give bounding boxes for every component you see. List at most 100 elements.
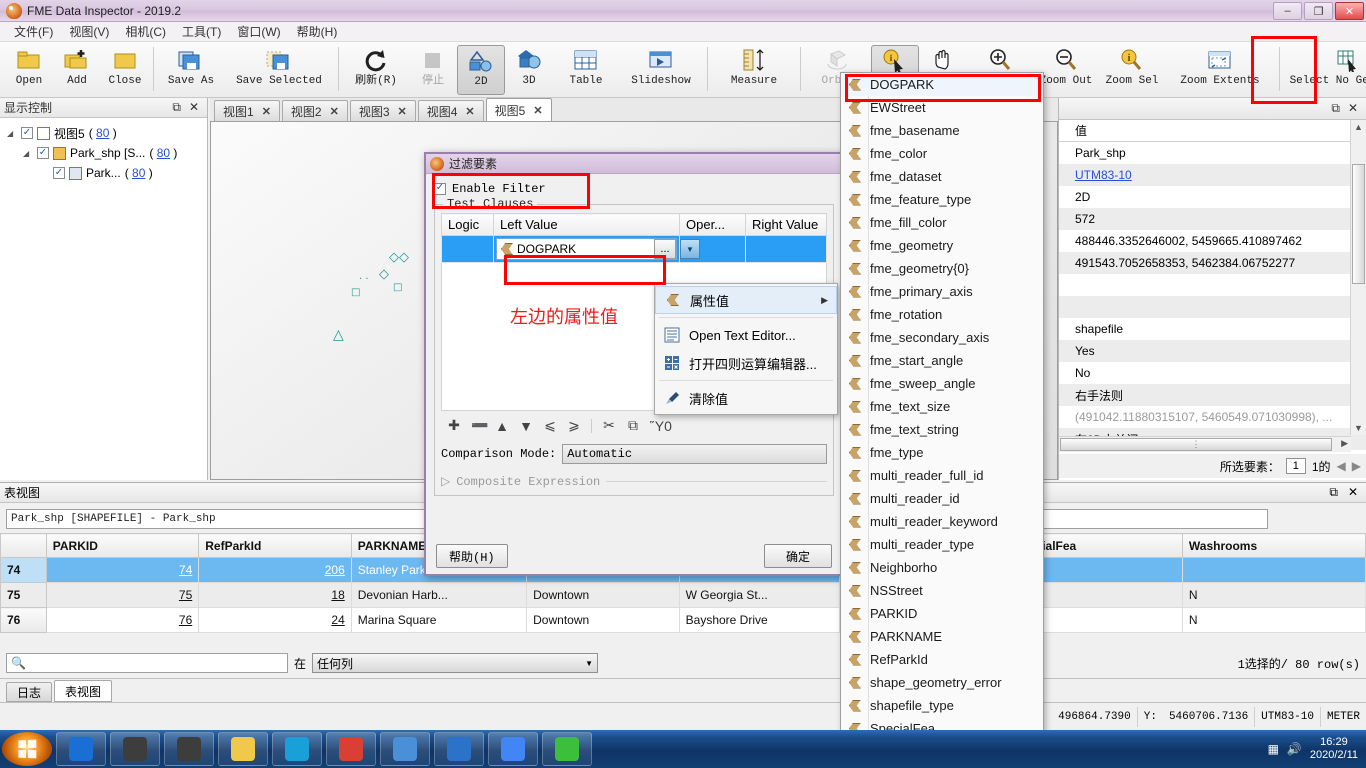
- attribute-item[interactable]: PARKID: [841, 602, 1043, 625]
- help-button[interactable]: 帮助(H): [436, 544, 508, 568]
- table-cell[interactable]: W Georgia St...: [679, 583, 839, 608]
- value-row[interactable]: shapefile: [1059, 318, 1366, 340]
- menu-help[interactable]: 帮助(H): [289, 21, 346, 42]
- taskbar-chrome[interactable]: [488, 732, 538, 766]
- toolbar-add[interactable]: Add: [53, 45, 101, 95]
- value-row[interactable]: Yes: [1059, 340, 1366, 362]
- value-row[interactable]: 572: [1059, 208, 1366, 230]
- taskbar-media-player[interactable]: [56, 732, 106, 766]
- attribute-item[interactable]: fme_feature_type: [841, 188, 1043, 211]
- attribute-item[interactable]: fme_secondary_axis: [841, 326, 1043, 349]
- toolbar-save-as[interactable]: Save As: [158, 45, 224, 95]
- attribute-item[interactable]: PARKNAME: [841, 625, 1043, 648]
- close-button[interactable]: ✕: [1335, 2, 1364, 20]
- scroll-up-arrow-icon[interactable]: ▲: [1354, 122, 1363, 132]
- enable-filter-checkbox[interactable]: ✓: [434, 183, 446, 195]
- comparison-mode-select[interactable]: Automatic: [562, 444, 827, 464]
- close-icon[interactable]: ✕: [465, 105, 474, 118]
- context-menu-item[interactable]: 打开四则运算编辑器...: [655, 349, 837, 377]
- table-cell[interactable]: Devonian Harb...: [351, 583, 526, 608]
- close-icon[interactable]: ✕: [189, 100, 199, 115]
- attribute-item[interactable]: Neighborho: [841, 556, 1043, 579]
- tree-node-2[interactable]: ✓Park...( 80 ): [3, 163, 204, 183]
- find-input[interactable]: 🔍: [6, 653, 288, 673]
- copy-icon[interactable]: ⧉: [626, 417, 640, 434]
- attribute-item[interactable]: multi_reader_id: [841, 487, 1043, 510]
- restore-icon[interactable]: ⧉: [1331, 101, 1340, 116]
- table-cell[interactable]: N: [1182, 583, 1365, 608]
- toolbar-save-selected[interactable]: Save Selected: [224, 45, 334, 95]
- toolbar-zoom-extents[interactable]: Zoom Extents: [1165, 45, 1275, 95]
- close-icon[interactable]: ✕: [398, 105, 407, 118]
- start-button[interactable]: [2, 732, 52, 766]
- attribute-item[interactable]: EWStreet: [841, 96, 1043, 119]
- attribute-item[interactable]: fme_dataset: [841, 165, 1043, 188]
- remove-clause-icon[interactable]: ➖: [471, 417, 485, 434]
- table-row[interactable]: 767624Marina SquareDowntownBayshore Driv…: [1, 608, 1366, 633]
- attribute-item[interactable]: fme_basename: [841, 119, 1043, 142]
- taskbar-qq-browser-1[interactable]: [110, 732, 160, 766]
- minimize-button[interactable]: –: [1273, 2, 1302, 20]
- ok-button[interactable]: 确定: [764, 544, 832, 568]
- composite-expression-row[interactable]: ▷ Composite Expression: [441, 474, 827, 489]
- clause-column-header[interactable]: Logic: [442, 214, 494, 236]
- move-up-icon[interactable]: ▲: [495, 418, 509, 434]
- table-row-header[interactable]: 74: [1, 558, 47, 583]
- clause-right-value-cell[interactable]: [746, 236, 827, 263]
- toolbar-refresh[interactable]: 刷新(R): [343, 45, 409, 95]
- attribute-item[interactable]: fme_start_angle: [841, 349, 1043, 372]
- value-row[interactable]: 491543.7052658353, 5462384.06752277: [1059, 252, 1366, 274]
- attribute-item[interactable]: fme_fill_color: [841, 211, 1043, 234]
- view-tab-1[interactable]: 视图1✕: [214, 100, 280, 121]
- toolbar-close[interactable]: Close: [101, 45, 149, 95]
- tree-node-checkbox[interactable]: ✓: [37, 147, 49, 159]
- table-cell[interactable]: N: [1182, 608, 1365, 633]
- move-down-icon[interactable]: ▼: [519, 418, 533, 434]
- attribute-item[interactable]: fme_text_string: [841, 418, 1043, 441]
- value-row[interactable]: (491042.11880315107, 5460549.071030998),…: [1059, 406, 1366, 428]
- value-row[interactable]: [1059, 296, 1366, 318]
- view-tab-3[interactable]: 视图3✕: [350, 100, 416, 121]
- table-row-header[interactable]: 76: [1, 608, 47, 633]
- attribute-item[interactable]: fme_geometry: [841, 234, 1043, 257]
- taskbar-skype[interactable]: [272, 732, 322, 766]
- attribute-item[interactable]: fme_primary_axis: [841, 280, 1043, 303]
- value-row[interactable]: No: [1059, 362, 1366, 384]
- value-row[interactable]: 右手法则: [1059, 384, 1366, 406]
- next-feature-icon[interactable]: ▶: [1352, 459, 1361, 473]
- expand-arrow-icon[interactable]: ◢: [23, 149, 33, 158]
- close-icon[interactable]: ✕: [1348, 485, 1358, 500]
- value-row[interactable]: UTM83-10: [1059, 164, 1366, 186]
- table-column-header[interactable]: RefParkId: [199, 534, 352, 558]
- toolbar-select-no-geometry[interactable]: Select No Geometry: [1284, 45, 1366, 95]
- view-tab-2[interactable]: 视图2✕: [282, 100, 348, 121]
- tree-node-checkbox[interactable]: ✓: [53, 167, 65, 179]
- close-icon[interactable]: ✕: [533, 104, 542, 117]
- toolbar-measure[interactable]: Measure: [712, 45, 796, 95]
- attribute-item[interactable]: RefParkId: [841, 648, 1043, 671]
- left-value-ellipsis-button[interactable]: ...: [654, 239, 676, 259]
- clause-column-header[interactable]: Oper...: [680, 214, 746, 236]
- table-cell[interactable]: 206: [199, 558, 352, 583]
- expand-arrow-icon[interactable]: ◢: [7, 129, 17, 138]
- attribute-item[interactable]: NSStreet: [841, 579, 1043, 602]
- attribute-item[interactable]: DOGPARK: [841, 73, 1043, 96]
- left-value-editor[interactable]: DOGPARK ...: [496, 238, 677, 260]
- taskbar-clock[interactable]: 16:29 2020/2/11: [1310, 736, 1366, 762]
- close-icon[interactable]: ✕: [330, 105, 339, 118]
- table-cell[interactable]: Bayshore Drive: [679, 608, 839, 633]
- value-row[interactable]: 488446.3352646002, 5459665.410897462: [1059, 230, 1366, 252]
- scroll-down-arrow-icon[interactable]: ▼: [1354, 423, 1363, 433]
- value-link[interactable]: UTM83-10: [1075, 168, 1132, 182]
- close-icon[interactable]: ✕: [1348, 101, 1358, 116]
- table-cell[interactable]: 76: [46, 608, 199, 633]
- context-menu-item[interactable]: 清除值: [655, 384, 837, 412]
- menu-view[interactable]: 视图(V): [61, 21, 117, 42]
- cut-icon[interactable]: ✂: [602, 417, 616, 434]
- toolbar-slideshow[interactable]: Slideshow: [619, 45, 703, 95]
- clause-left-value-cell[interactable]: DOGPARK ... ▼: [494, 236, 680, 263]
- context-menu-item[interactable]: Open Text Editor...: [655, 321, 837, 349]
- table-cell[interactable]: 24: [199, 608, 352, 633]
- close-icon[interactable]: ✕: [262, 105, 271, 118]
- clause-logic-cell[interactable]: [442, 236, 494, 263]
